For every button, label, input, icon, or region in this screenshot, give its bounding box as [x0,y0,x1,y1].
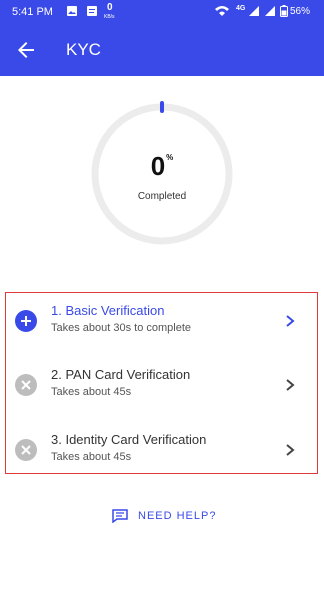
status-time: 5:41 PM [12,6,53,18]
status-bar: 5:41 PM 0 KB/s 4G 56% [0,0,324,24]
step-pan-card-verification[interactable]: 2. PAN Card Verification Takes about 45s [6,357,316,417]
step-title: 1. Basic Verification [51,303,165,318]
network-speed-unit: KB/s [104,14,115,20]
step-subtitle: Takes about 30s to complete [51,322,192,334]
step-basic-verification[interactable]: 1. Basic Verification Takes about 30s to… [6,293,316,353]
progress-value: 0 [150,151,166,181]
progress-value-wrap: 0% [89,151,235,182]
signal-text: 4G [236,5,246,12]
progress-ring: 0% Completed [89,101,235,247]
network-speed-value: 0 [107,2,113,13]
x-circle-icon [15,374,37,396]
step-title: 3. Identity Card Verification [51,432,207,447]
step-subtitle: Takes about 45s [51,451,132,463]
app-bar: KYC [0,24,324,76]
progress-label: Completed [137,191,187,202]
step-title: 2. PAN Card Verification [51,367,191,382]
message-icon [87,6,97,16]
wifi-icon [215,6,229,16]
signal-icon [265,6,275,16]
progress-unit: % [166,153,174,162]
x-circle-icon [15,439,37,461]
arrow-left-icon[interactable] [14,38,38,62]
page-title: KYC [66,40,101,59]
step-subtitle: Takes about 45s [51,386,132,398]
chevron-right-icon [286,315,295,327]
battery-text: 56% [289,6,310,17]
step-identity-card-verification[interactable]: 3. Identity Card Verification Takes abou… [6,422,316,482]
chat-icon [112,509,128,523]
verification-steps: 1. Basic Verification Takes about 30s to… [5,292,318,474]
image-icon [67,6,77,16]
chevron-right-icon [286,444,295,456]
plus-circle-icon [15,310,37,332]
battery-icon [280,5,288,17]
chevron-right-icon [286,379,295,391]
need-help-label: NEED HELP? [138,510,217,522]
signal-icon [249,6,259,16]
